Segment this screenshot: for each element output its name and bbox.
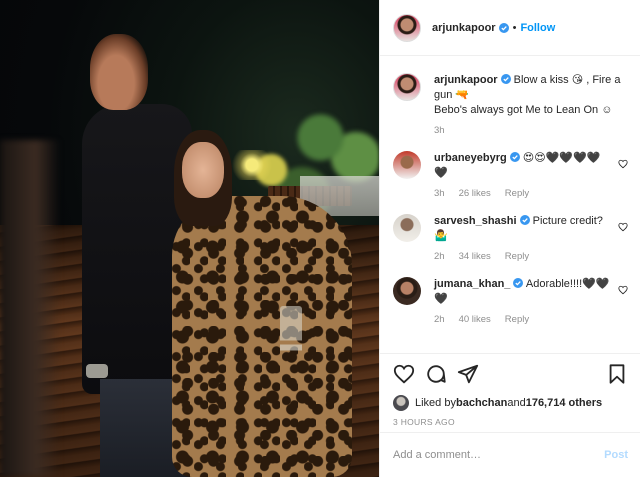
like-heart-icon[interactable] bbox=[393, 363, 415, 385]
others-count[interactable]: 176,714 others bbox=[526, 397, 602, 409]
post-timestamp[interactable]: 3 HOURS AGO bbox=[393, 417, 628, 427]
comment-likes[interactable]: 34 likes bbox=[459, 249, 491, 264]
post-actions: Liked by bachchan and 176,714 others 3 H… bbox=[380, 353, 640, 427]
caption-username[interactable]: arjunkapoor bbox=[434, 74, 498, 86]
comment-likes[interactable]: 26 likes bbox=[459, 186, 491, 201]
verified-icon bbox=[513, 278, 524, 288]
comment-time[interactable]: 3h bbox=[434, 186, 445, 201]
author-username[interactable]: arjunkapoor bbox=[432, 22, 496, 34]
heart-icon[interactable] bbox=[618, 222, 628, 232]
comment-item: urbaneyebyrg 😍😍🖤🖤🖤🖤🖤 3h 26 likes Reply bbox=[393, 151, 628, 201]
comments-list[interactable]: arjunkapoor Blow a kiss 😘 , Fire a gun 🔫… bbox=[380, 57, 640, 353]
liker-username[interactable]: bachchan bbox=[456, 397, 507, 409]
comment-item: jumana_khan_ Adorable!!!!🖤🖤🖤 2h 40 likes… bbox=[393, 277, 628, 327]
heart-icon[interactable] bbox=[618, 285, 628, 295]
comment-time[interactable]: 2h bbox=[434, 249, 445, 264]
reply-button[interactable]: Reply bbox=[505, 249, 529, 264]
post-photo[interactable] bbox=[0, 0, 379, 477]
commenter-avatar[interactable] bbox=[393, 277, 421, 305]
share-icon[interactable] bbox=[457, 363, 479, 385]
add-comment-bar: Post bbox=[380, 432, 640, 477]
liked-by: Liked by bachchan and 176,714 others bbox=[393, 395, 628, 411]
post-panel: arjunkapoor • Follow arjunkapoor Blow a … bbox=[379, 0, 640, 477]
liker-avatar[interactable] bbox=[393, 395, 409, 411]
comment-icon[interactable] bbox=[425, 363, 447, 385]
comment-time[interactable]: 2h bbox=[434, 312, 445, 327]
reply-button[interactable]: Reply bbox=[505, 312, 529, 327]
caption-text-line2: Bebo's always got Me to Lean On ☺ bbox=[434, 104, 613, 116]
author-avatar[interactable] bbox=[393, 13, 421, 42]
verified-icon bbox=[500, 74, 511, 84]
comment-item: sarvesh_shashi Picture credit? 🤷‍♂️ 2h 3… bbox=[393, 214, 628, 264]
reply-button[interactable]: Reply bbox=[505, 186, 529, 201]
comment-username[interactable]: jumana_khan_ bbox=[434, 278, 510, 290]
caption-avatar[interactable] bbox=[393, 73, 421, 101]
commenter-avatar[interactable] bbox=[393, 151, 421, 179]
verified-icon bbox=[498, 22, 509, 33]
caption: arjunkapoor Blow a kiss 😘 , Fire a gun 🔫… bbox=[393, 73, 628, 138]
caption-time[interactable]: 3h bbox=[434, 123, 445, 138]
commenter-avatar[interactable] bbox=[393, 214, 421, 242]
comment-likes[interactable]: 40 likes bbox=[459, 312, 491, 327]
heart-icon[interactable] bbox=[618, 159, 628, 169]
add-comment-input[interactable] bbox=[393, 449, 605, 461]
post-button[interactable]: Post bbox=[604, 449, 628, 461]
comment-username[interactable]: urbaneyebyrg bbox=[434, 152, 507, 164]
comment-username[interactable]: sarvesh_shashi bbox=[434, 215, 517, 227]
verified-icon bbox=[519, 215, 530, 225]
separator-dot: • bbox=[512, 21, 517, 34]
bookmark-icon[interactable] bbox=[606, 363, 628, 385]
verified-icon bbox=[509, 152, 520, 162]
post-header: arjunkapoor • Follow bbox=[380, 0, 640, 56]
wine-glass bbox=[280, 306, 302, 392]
woman-figure bbox=[172, 130, 352, 477]
follow-button[interactable]: Follow bbox=[520, 22, 555, 34]
